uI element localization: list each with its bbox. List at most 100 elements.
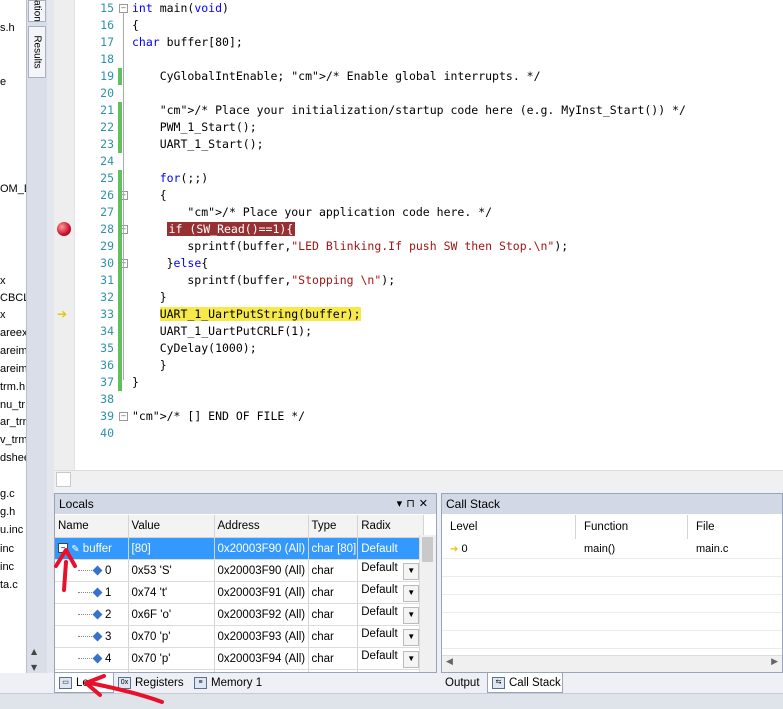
solution-file-item[interactable]: inc bbox=[0, 559, 14, 576]
chevron-down-icon[interactable]: ▼ bbox=[403, 606, 420, 624]
column-header-file[interactable]: File bbox=[688, 515, 782, 539]
side-tab-ation[interactable]: ation bbox=[28, 0, 46, 22]
chevron-down-icon[interactable]: ▼ bbox=[403, 650, 420, 668]
solution-file-item[interactable]: areim bbox=[0, 343, 26, 360]
column-header-radix[interactable]: Radix bbox=[357, 515, 425, 538]
tab-call-stack[interactable]: ⇆ Call Stack bbox=[487, 673, 563, 693]
dropdown-icon[interactable]: ▾ bbox=[397, 498, 407, 510]
cell-radix[interactable]: ▼Default bbox=[357, 581, 425, 604]
code-line[interactable]: "cm">/* Place your initialization/startu… bbox=[132, 102, 686, 119]
solution-file-item[interactable]: s.h bbox=[0, 20, 15, 37]
solution-file-item[interactable]: g.c bbox=[0, 486, 15, 503]
table-row[interactable]: 0 0x53 'S' 0x20003F90 (All) char ▼ Default bbox=[55, 559, 425, 582]
solution-file-item[interactable]: x bbox=[0, 273, 6, 290]
cell-value: 0x74 't' bbox=[128, 581, 215, 604]
column-header-type[interactable]: Type bbox=[308, 515, 359, 538]
column-header-name[interactable]: Name bbox=[55, 515, 129, 538]
code-line[interactable]: PWM_1_Start(); bbox=[132, 119, 257, 136]
locals-vertical-scrollbar[interactable] bbox=[419, 535, 436, 672]
code-line[interactable]: char buffer[80]; bbox=[132, 34, 243, 51]
chevron-down-icon[interactable]: ▼ bbox=[403, 628, 420, 646]
code-line[interactable]: "cm">/* Place your application code here… bbox=[132, 204, 492, 221]
side-tab-results[interactable]: Results bbox=[28, 26, 46, 78]
solution-file-item[interactable]: g.h bbox=[0, 504, 15, 521]
tab-registers[interactable]: 0x Registers bbox=[114, 673, 188, 693]
code-line[interactable]: UART_1_UartPutString(buffer); bbox=[132, 306, 361, 323]
code-line[interactable]: { bbox=[132, 17, 139, 34]
table-row[interactable]: 1 0x74 't' 0x20003F91 (All) char ▼ Default bbox=[55, 581, 425, 604]
fold-toggle-icon[interactable]: − bbox=[119, 412, 128, 421]
pin-icon[interactable]: ⊓ bbox=[406, 498, 419, 510]
collapse-icon[interactable]: − bbox=[58, 543, 68, 554]
chevron-down-icon[interactable]: ▼ bbox=[403, 584, 420, 602]
editor-horizontal-scrollbar[interactable] bbox=[54, 470, 783, 488]
breakpoint-icon[interactable] bbox=[57, 222, 71, 236]
line-number: 15 bbox=[100, 1, 114, 15]
solution-file-item[interactable]: areex bbox=[0, 325, 26, 342]
column-header-value[interactable]: Value bbox=[128, 515, 215, 538]
chevron-down-icon[interactable]: ▼ bbox=[403, 562, 420, 580]
cell-radix[interactable]: ▼Default bbox=[357, 603, 425, 626]
code-line[interactable]: int main(void) bbox=[132, 0, 229, 17]
line-number: 26 bbox=[100, 188, 114, 202]
tab-locals[interactable]: ▭ Lo bbox=[54, 673, 114, 693]
code-line[interactable]: for(;;) bbox=[132, 170, 208, 187]
cell-type: char bbox=[308, 647, 359, 670]
solution-file-item[interactable]: OM_D bbox=[0, 181, 26, 198]
solution-file-item[interactable]: ta.c bbox=[0, 577, 18, 594]
solution-file-item[interactable]: v_trm bbox=[0, 432, 26, 449]
solution-file-item[interactable]: u.inc bbox=[0, 522, 23, 539]
window-controls[interactable]: ▾⊓✕ bbox=[397, 494, 432, 514]
code-line[interactable]: CyGlobalIntEnable; "cm">/* Enable global… bbox=[132, 68, 541, 85]
solution-file-item[interactable]: e bbox=[0, 74, 6, 91]
code-editor[interactable]: 15 int main(void) 16 {17 char buffer[80]; 18 1… bbox=[54, 0, 783, 488]
solution-file-item[interactable]: inc bbox=[0, 541, 14, 558]
chevron-down-icon[interactable]: ▼ bbox=[31, 663, 37, 672]
table-row[interactable]: 2 0x6F 'o' 0x20003F92 (All) char ▼ Default bbox=[55, 603, 425, 626]
chevron-down-icon[interactable]: ▼ bbox=[403, 673, 419, 674]
code-line[interactable]: } bbox=[132, 374, 139, 391]
chevron-up-icon[interactable]: ▲ bbox=[31, 647, 37, 656]
code-line[interactable]: UART_1_UartPutCRLF(1); bbox=[132, 323, 312, 340]
code-line[interactable]: if (SW_Read()==1){ bbox=[132, 221, 296, 238]
tab-memory-1[interactable]: ≡ Memory 1 bbox=[190, 673, 264, 693]
cell-radix[interactable]: ▼Default bbox=[357, 559, 425, 582]
solution-file-item[interactable]: x bbox=[0, 307, 6, 324]
code-line[interactable]: sprintf(buffer,"LED Blinking.If push SW … bbox=[132, 238, 568, 255]
column-header-address[interactable]: Address bbox=[214, 515, 309, 538]
cell-radix[interactable]: ▼Default bbox=[357, 625, 425, 648]
solution-file-item[interactable]: CBCL bbox=[0, 290, 26, 307]
cell-radix[interactable]: ▼Default bbox=[357, 669, 425, 674]
code-line[interactable]: "cm">/* [] END OF FILE */ bbox=[132, 408, 305, 425]
call-stack-horizontal-scrollbar[interactable]: ◀ ▶ bbox=[442, 655, 782, 672]
table-row[interactable]: − ✎ buffer [80] 0x20003F90 (All) char [80] D… bbox=[55, 537, 425, 560]
code-line[interactable]: } bbox=[132, 357, 167, 374]
code-line[interactable]: sprintf(buffer,"Stopping \n"); bbox=[132, 272, 395, 289]
call-stack-row-file[interactable]: main.c bbox=[688, 540, 782, 558]
code-line[interactable]: } bbox=[132, 289, 167, 306]
column-header-level[interactable]: Level bbox=[442, 515, 576, 539]
code-line[interactable]: { bbox=[132, 187, 167, 204]
line-number: 28 bbox=[100, 222, 114, 236]
close-icon[interactable]: ✕ bbox=[419, 498, 432, 510]
solution-file-item[interactable]: ar_trm bbox=[0, 414, 26, 431]
locals-title: Locals bbox=[59, 497, 94, 511]
call-stack-row-level[interactable]: ➔ 0 bbox=[442, 540, 576, 558]
code-line[interactable]: UART_1_Start(); bbox=[132, 136, 264, 153]
call-stack-row-function[interactable]: main() bbox=[576, 540, 688, 558]
splitter[interactable] bbox=[47, 0, 54, 673]
solution-file-item[interactable]: trm.h bbox=[0, 379, 25, 396]
solution-file-item[interactable]: dshee bbox=[0, 450, 26, 467]
cell-radix[interactable]: ▼Default bbox=[357, 647, 425, 670]
status-bar bbox=[0, 693, 783, 709]
solution-file-item[interactable]: nu_tr bbox=[0, 397, 25, 414]
column-header-function[interactable]: Function bbox=[576, 515, 688, 539]
cell-radix[interactable]: Default bbox=[357, 537, 425, 560]
code-line[interactable]: CyDelay(1000); bbox=[132, 340, 257, 357]
table-row[interactable]: 3 0x70 'p' 0x20003F93 (All) char ▼ Default bbox=[55, 625, 425, 648]
code-line[interactable]: }else{ bbox=[132, 255, 209, 272]
tab-output[interactable]: Output bbox=[441, 673, 485, 693]
table-row[interactable]: 4 0x70 'p' 0x20003F94 (All) char ▼ Default bbox=[55, 647, 425, 670]
solution-file-item[interactable]: areim bbox=[0, 361, 26, 378]
line-number: 25 bbox=[100, 171, 114, 185]
